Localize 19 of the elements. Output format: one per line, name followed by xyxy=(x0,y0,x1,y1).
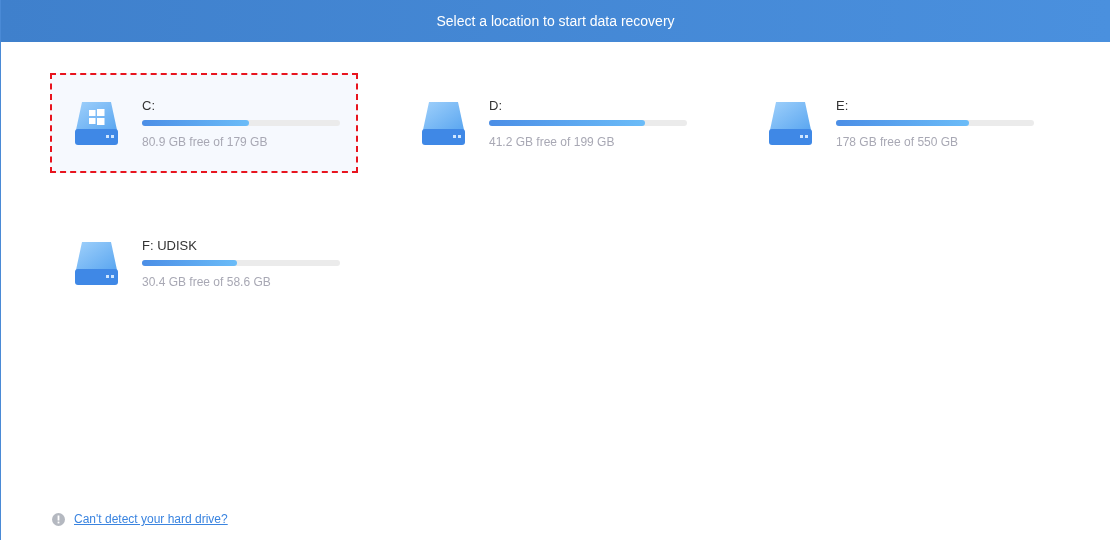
drive-card[interactable]: D: 41.2 GB free of 199 GB xyxy=(397,73,705,173)
capacity-text: 30.4 GB free of 58.6 GB xyxy=(142,274,272,289)
capacity-text: 80.9 GB free of 179 GB xyxy=(142,134,269,149)
drive-label: F: UDISK xyxy=(142,237,198,253)
system-drive-icon xyxy=(74,100,119,146)
window-title: Select a location to start data recovery xyxy=(436,13,675,29)
drive-card[interactable]: F: UDISK 30.4 GB free of 58.6 GB xyxy=(50,213,358,313)
drive-card[interactable]: C: 80.9 GB free of 179 GB xyxy=(50,73,358,173)
drive-label: E: xyxy=(836,97,850,113)
drive-card[interactable]: E: 178 GB free of 550 GB xyxy=(744,73,1052,173)
drive-icon xyxy=(74,240,119,286)
warning-icon xyxy=(52,512,65,526)
help-link[interactable]: Can't detect your hard drive? xyxy=(74,512,228,526)
capacity-text: 41.2 GB free of 199 GB xyxy=(489,134,616,149)
drive-icon xyxy=(421,100,466,146)
drive-icon xyxy=(768,100,813,146)
capacity-text: 178 GB free of 550 GB xyxy=(836,134,960,149)
drive-label: D: xyxy=(489,97,503,113)
drive-label: C: xyxy=(142,97,156,113)
